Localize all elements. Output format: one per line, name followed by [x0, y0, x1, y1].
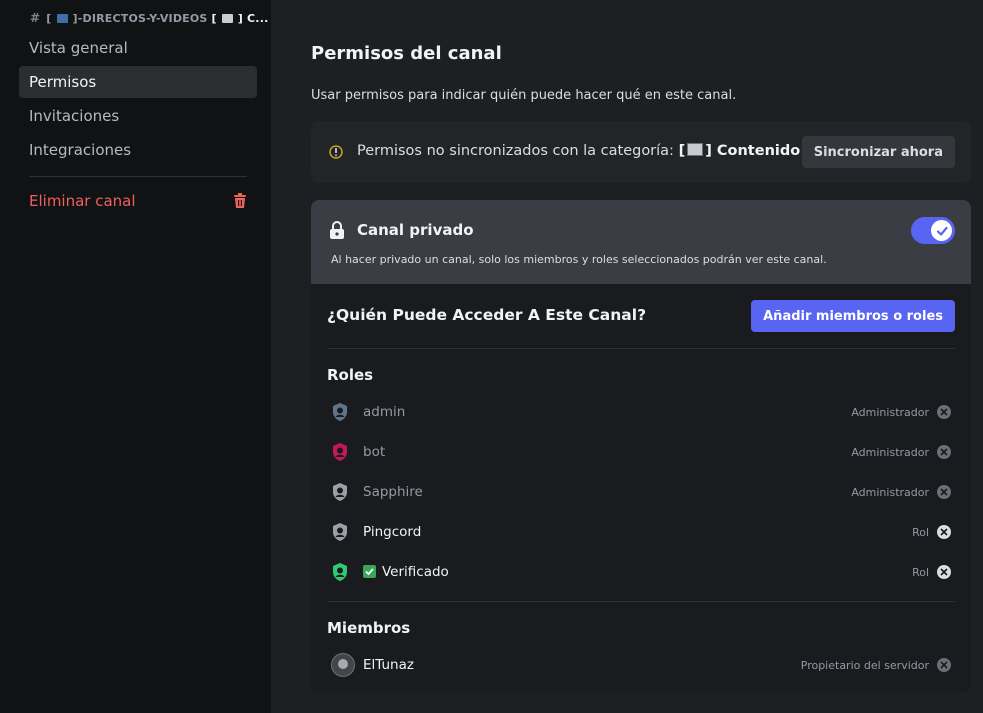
delete-channel-button[interactable]: Eliminar canal	[19, 185, 257, 217]
member-row[interactable]: ElTunaz Propietario del servidor	[327, 649, 955, 681]
role-row-sapphire[interactable]: Sapphire Administrador	[327, 476, 955, 508]
sidebar-item-integrations[interactable]: Integraciones	[19, 134, 257, 166]
private-channel-card: Canal privado Al hacer privado un canal,…	[311, 200, 971, 693]
remove-icon[interactable]	[937, 445, 951, 459]
sync-now-button[interactable]: Sincronizar ahora	[801, 136, 955, 168]
role-row-pingcord[interactable]: Pingcord Rol	[327, 516, 955, 548]
warning-icon	[329, 145, 343, 159]
role-name: Sapphire	[363, 484, 423, 500]
divider	[327, 348, 955, 349]
avatar	[331, 653, 355, 677]
sync-warning-panel: Permisos no sincronizados con la categor…	[311, 121, 971, 183]
remove-icon[interactable]	[937, 525, 951, 539]
role-shield-icon	[333, 483, 347, 501]
newspaper-emoji-icon	[687, 143, 704, 156]
remove-icon[interactable]	[937, 405, 951, 419]
private-channel-description: Al hacer privado un canal, solo los miem…	[331, 253, 827, 266]
remove-icon[interactable]	[937, 565, 951, 579]
sidebar-item-invites[interactable]: Invitaciones	[19, 100, 257, 132]
role-tag: Administrador	[851, 485, 929, 499]
role-name: bot	[363, 444, 386, 460]
role-tag: Rol	[912, 565, 929, 579]
page-subtitle: Usar permisos para indicar quién puede h…	[311, 88, 737, 103]
main-content: Permisos del canal Usar permisos para in…	[271, 0, 983, 713]
check-emoji-icon	[363, 565, 376, 578]
sync-warning-text: Permisos no sincronizados con la categor…	[357, 143, 801, 159]
sidebar-item-overview[interactable]: Vista general	[19, 32, 257, 64]
private-channel-toggle[interactable]	[911, 217, 955, 244]
role-row-bot[interactable]: bot Administrador	[327, 436, 955, 468]
role-name: Pingcord	[363, 524, 422, 540]
settings-sidebar: # [ ]-DIRECTOS-Y-VIDEOS [ ] C... Vista g…	[0, 0, 271, 713]
channel-name-header: # [ ]-DIRECTOS-Y-VIDEOS [ ] C...	[30, 11, 269, 25]
role-tag: Administrador	[851, 405, 929, 419]
member-tag: Propietario del servidor	[800, 658, 929, 672]
trash-icon	[234, 193, 246, 208]
tv-emoji-icon	[56, 13, 68, 23]
role-tag: Administrador	[851, 445, 929, 459]
add-members-or-roles-button[interactable]: Añadir miembros o roles	[751, 300, 955, 332]
role-name: Verificado	[363, 564, 449, 580]
remove-icon[interactable]	[937, 485, 951, 499]
sidebar-divider	[29, 176, 247, 177]
role-row-admin[interactable]: admin Administrador	[327, 396, 955, 428]
checkmark-icon	[936, 226, 948, 236]
role-shield-icon	[333, 403, 347, 421]
member-name: ElTunaz	[363, 657, 414, 673]
toggle-knob	[931, 220, 952, 241]
newspaper-emoji-icon	[221, 13, 233, 23]
private-channel-title: Canal privado	[357, 221, 474, 239]
members-heading: Miembros	[327, 619, 411, 637]
role-row-verificado[interactable]: Verificado Rol	[327, 556, 955, 588]
page-title: Permisos del canal	[311, 43, 502, 64]
role-tag: Rol	[912, 525, 929, 539]
role-shield-icon	[333, 443, 347, 461]
access-section-title: ¿Quién Puede Acceder A Este Canal?	[327, 306, 647, 324]
sidebar-item-permissions[interactable]: Permisos	[19, 66, 257, 98]
role-name: admin	[363, 404, 406, 420]
hashtag-icon: #	[30, 11, 41, 25]
private-channel-header: Canal privado Al hacer privado un canal,…	[311, 200, 971, 284]
remove-icon[interactable]	[937, 658, 951, 672]
role-shield-icon	[333, 523, 347, 541]
role-shield-icon	[333, 563, 347, 581]
lock-icon	[330, 221, 344, 239]
roles-heading: Roles	[327, 366, 374, 384]
divider	[327, 601, 955, 602]
